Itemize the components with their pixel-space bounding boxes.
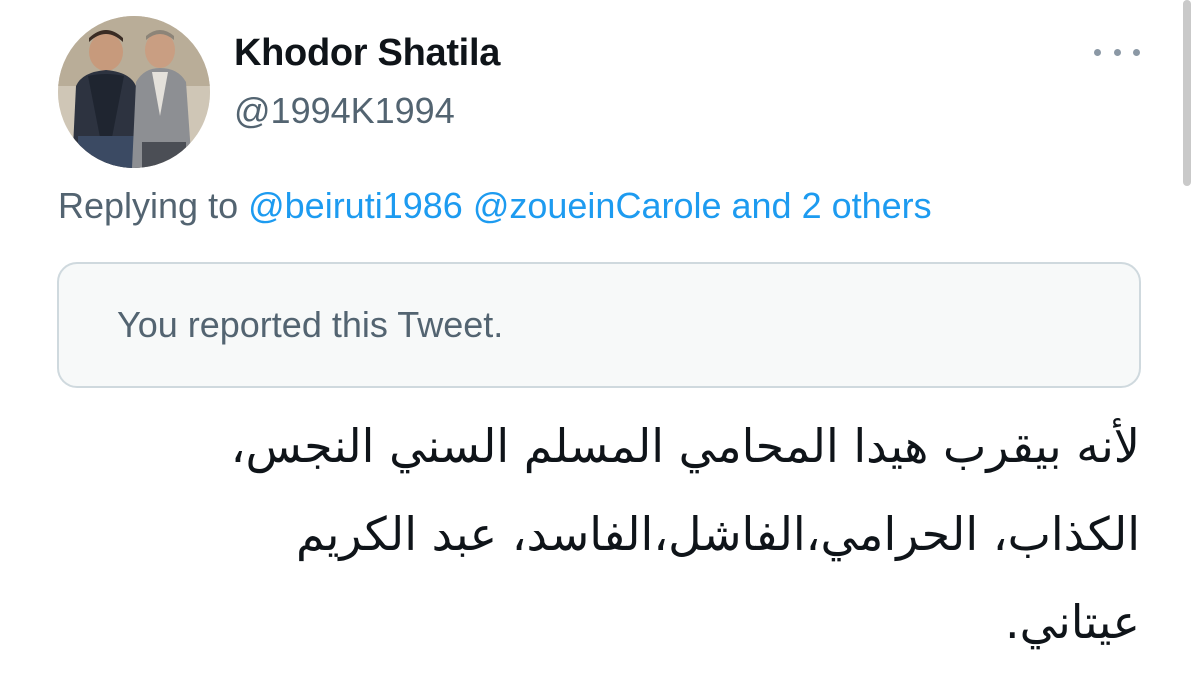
reported-notice: You reported this Tweet. xyxy=(57,262,1141,388)
mention-zoueincarole-link[interactable]: @zoueinCarole xyxy=(473,185,722,226)
avatar[interactable] xyxy=(58,16,210,168)
more-options-icon[interactable] xyxy=(1094,40,1140,64)
others-link[interactable]: and 2 others xyxy=(732,185,932,226)
more-dot xyxy=(1133,48,1140,56)
reported-notice-text: You reported this Tweet. xyxy=(117,304,504,345)
more-dot xyxy=(1094,48,1101,56)
more-dot xyxy=(1113,48,1121,56)
replying-to-prefix: Replying to xyxy=(58,185,249,226)
tweet-text-line: عيتاني. xyxy=(1005,595,1140,649)
tweet-text: لأنه بيقرب هيدا المحامي المسلم السني الن… xyxy=(50,402,1140,666)
profile-photo-icon xyxy=(58,16,210,168)
tweet-text-line: الكذاب، الحرامي،الفاشل،الفاسد، عبد الكري… xyxy=(295,507,1140,561)
user-handle[interactable]: @1994K1994 xyxy=(234,90,455,132)
replying-to-line: Replying to @beiruti1986 @zoueinCarole a… xyxy=(58,185,932,227)
tweet-text-line: لأنه بيقرب هيدا المحامي المسلم السني الن… xyxy=(230,419,1140,473)
display-name[interactable]: Khodor Shatila xyxy=(234,32,500,75)
scrollbar[interactable] xyxy=(1183,0,1191,186)
mention-beiruti1986-link[interactable]: @beiruti1986 xyxy=(248,185,463,226)
